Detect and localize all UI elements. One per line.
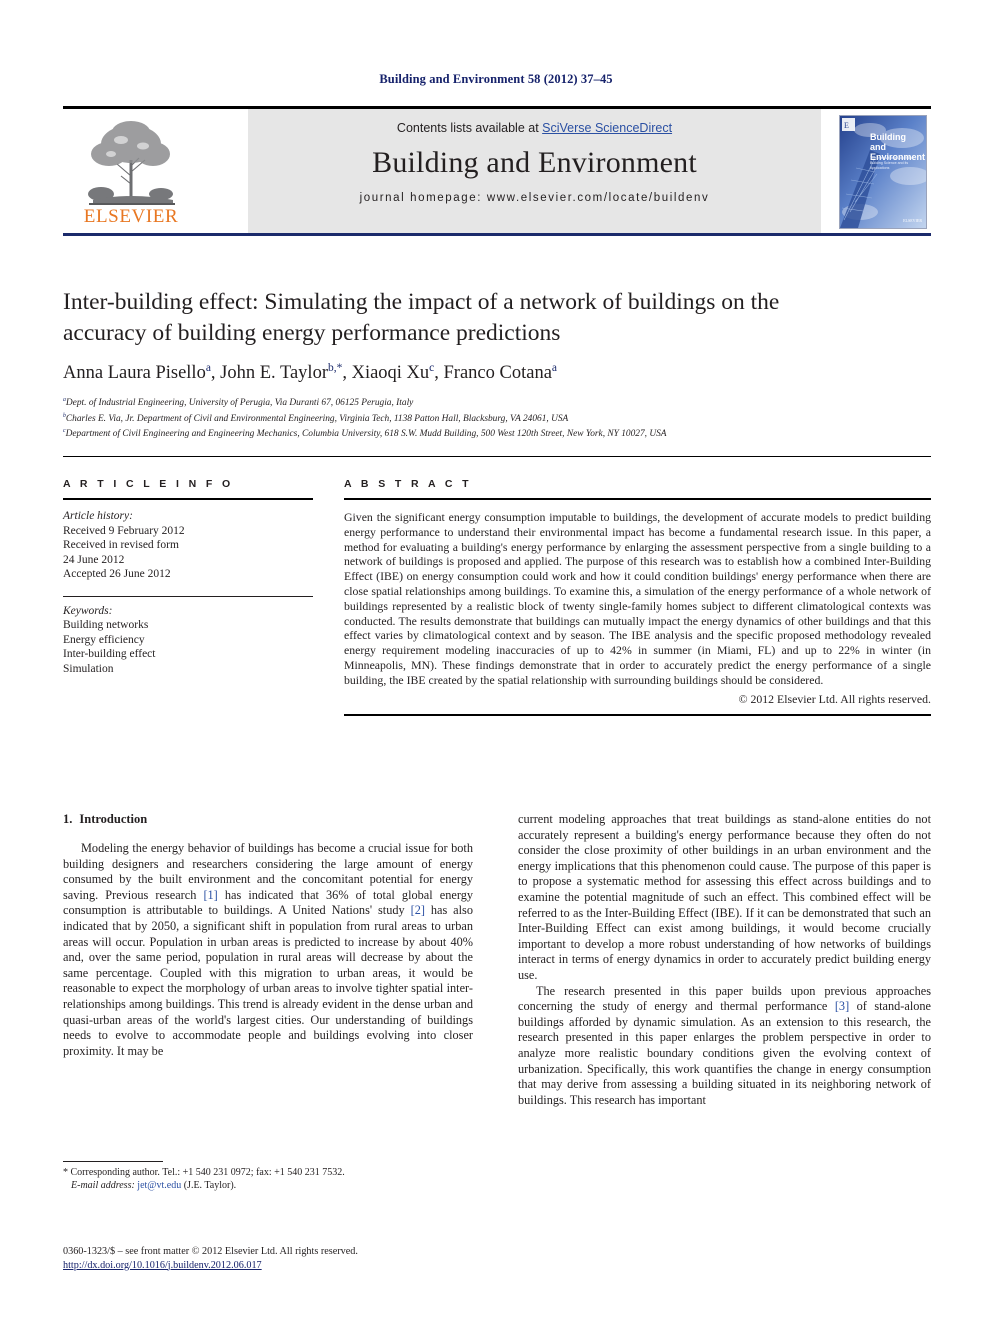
imprint-block: 0360-1323/$ – see front matter © 2012 El… [63, 1245, 483, 1272]
footnote-rule [63, 1161, 163, 1162]
article-info-section: A R T I C L E I N F O Article history: R… [63, 478, 313, 676]
paragraph: current modeling approaches that treat b… [518, 812, 931, 982]
keywords-rule [63, 595, 313, 597]
journal-masthead: ELSEVIER Contents lists available at Sci… [63, 106, 931, 236]
history-received: Received 9 February 2012 [63, 524, 185, 537]
journal-homepage[interactable]: journal homepage: www.elsevier.com/locat… [248, 192, 821, 204]
section-number: 1. [63, 812, 73, 826]
affiliation-c: cDepartment of Civil Engineering and Eng… [63, 425, 931, 441]
svg-text:E: E [844, 121, 849, 130]
author-list: Anna Laura Piselloa, John E. Taylorb,*, … [63, 362, 558, 384]
affiliation-list: aDept. of Industrial Engineering, Univer… [63, 394, 931, 441]
affiliation-text-b: Charles E. Via, Jr. Department of Civil … [65, 413, 569, 424]
history-revised-date: 24 June 2012 [63, 553, 125, 566]
email-attribution: (J.E. Taylor). [183, 1180, 237, 1191]
running-head: Building and Environment 58 (2012) 37–45 [379, 72, 613, 86]
abstract-section: A B S T R A C T Given the significant en… [344, 478, 931, 716]
contents-prefix: Contents lists available at [396, 121, 543, 135]
keywords-label: Keywords: [63, 604, 113, 617]
citation-ref[interactable]: [2] [411, 903, 425, 917]
abstract-top-rule [344, 498, 931, 500]
cover-publisher: ELSEVIER [903, 218, 922, 223]
affiliation-b: bCharles E. Via, Jr. Department of Civil… [63, 410, 931, 426]
affiliation-a: aDept. of Industrial Engineering, Univer… [63, 394, 931, 410]
keyword-item: Simulation [63, 662, 114, 675]
article-history: Article history: Received 9 February 201… [63, 509, 313, 582]
page-title: Inter-building effect: Simulating the im… [63, 289, 780, 346]
affiliation-text-a: Dept. of Industrial Engineering, Univers… [65, 398, 414, 409]
body-column-right: current modeling approaches that treat b… [518, 812, 931, 1108]
keyword-item: Building networks [63, 619, 149, 631]
masthead-bottom-rule [63, 233, 931, 236]
paragraph: Modeling the energy behavior of building… [63, 841, 473, 1058]
sciencedirect-link[interactable]: SciVerse ScienceDirect [542, 121, 672, 135]
elsevier-logo: ELSEVIER [71, 114, 191, 228]
affiliation-text-c: Department of Civil Engineering and Engi… [65, 429, 667, 440]
elsevier-wordmark: ELSEVIER [83, 206, 179, 227]
paragraph: The research presented in this paper bui… [518, 983, 931, 1107]
article-info-heading: A R T I C L E I N F O [63, 478, 234, 490]
cover-subtitle: The International Journal of Building Sc… [870, 156, 914, 170]
history-accepted: Accepted 26 June 2012 [63, 568, 171, 580]
history-revised: Received in revised form [63, 539, 179, 551]
contents-available-line: Contents lists available at SciVerse Sci… [248, 121, 821, 135]
keyword-item: Energy efficiency [63, 633, 145, 646]
abstract-copyright: © 2012 Elsevier Ltd. All rights reserved… [738, 691, 931, 706]
elsevier-tree-icon [88, 121, 175, 205]
citation-ref[interactable]: [1] [203, 888, 217, 902]
body-column-left: 1. Introduction Modeling the energy behav… [63, 812, 473, 1059]
keywords-block: Keywords: Building networks Energy effic… [63, 604, 313, 677]
corresponding-author-note: * Corresponding author. Tel.: +1 540 231… [63, 1167, 345, 1178]
footnote-area: * Corresponding author. Tel.: +1 540 231… [63, 1161, 473, 1192]
abstract-text: Given the significant energy consumption… [344, 510, 931, 687]
citation-ref[interactable]: [3] [835, 999, 849, 1013]
masthead-center: Contents lists available at SciVerse Sci… [248, 109, 821, 233]
abstract-bottom-rule [344, 713, 931, 716]
issn-front-matter: 0360-1323/$ – see front matter © 2012 El… [63, 1246, 358, 1257]
email-link[interactable]: jet@vt.edu [137, 1180, 181, 1191]
journal-cover-thumbnail: E Building and Environment The Internati… [839, 115, 927, 229]
email-label: E-mail address: [71, 1180, 135, 1191]
email-note: E-mail address: jet@vt.edu (J.E. Taylor)… [63, 1179, 473, 1192]
section-title: Introduction [79, 812, 148, 826]
journal-title: Building and Environment [372, 146, 697, 179]
keyword-item: Inter-building effect [63, 648, 156, 660]
article-info-rule [63, 498, 313, 500]
article-page: Building and Environment 58 (2012) 37–45 [0, 0, 992, 1323]
abstract-heading: A B S T R A C T [344, 478, 472, 490]
doi-link[interactable]: http://dx.doi.org/10.1016/j.buildenv.201… [63, 1260, 262, 1271]
section-heading-introduction: 1. Introduction [63, 812, 473, 827]
info-separator-rule [63, 456, 931, 457]
article-history-label: Article history: [63, 510, 133, 522]
